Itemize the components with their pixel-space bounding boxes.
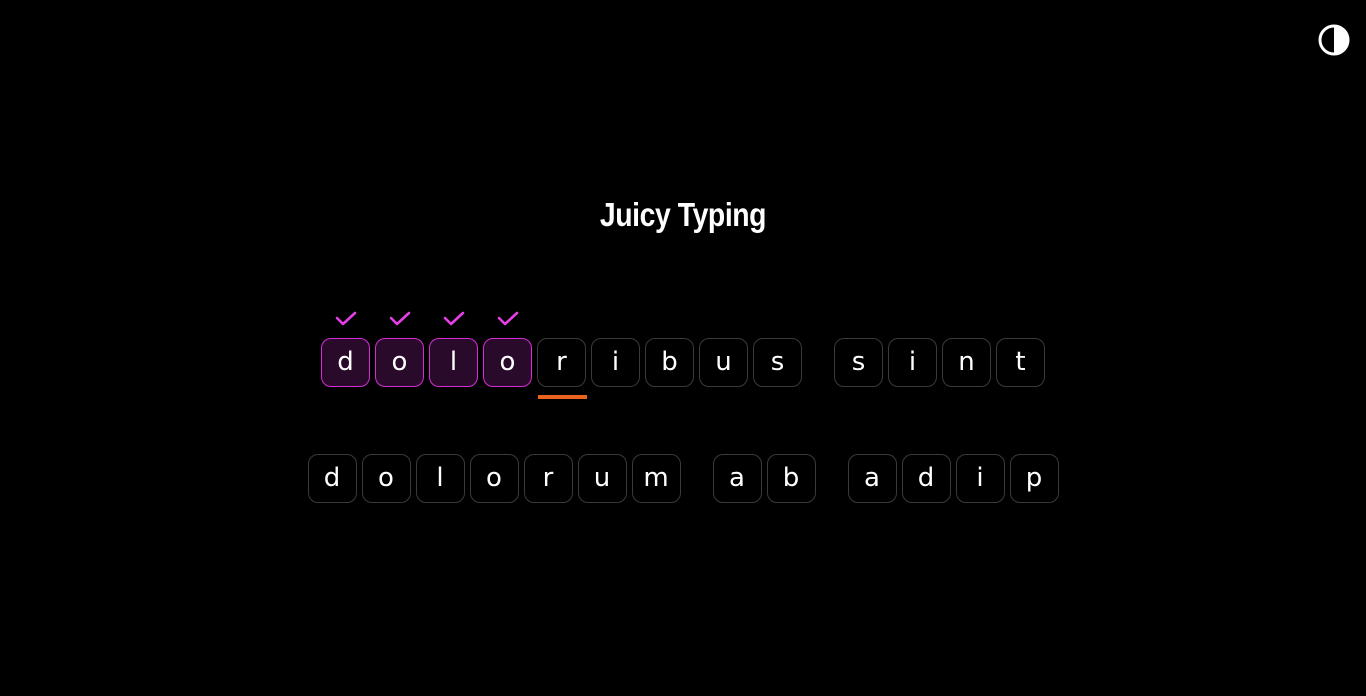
letter-char: o <box>378 462 394 493</box>
typing-line-1: doloribussint <box>0 311 1366 399</box>
letter-char: u <box>593 462 611 493</box>
letter-char: t <box>1015 346 1026 377</box>
letter-tile: l <box>429 311 478 387</box>
checkmark-icon <box>497 311 519 326</box>
letter-tile: u <box>577 454 627 503</box>
letter-tile: r <box>537 338 587 399</box>
letter-tile: r <box>523 454 573 503</box>
letter-char: l <box>436 462 444 493</box>
letter-char: u <box>715 346 732 377</box>
letter-char: a <box>729 462 745 493</box>
checkmark-icon <box>389 311 411 326</box>
theme-toggle-button[interactable] <box>1318 24 1350 56</box>
letter-tile: u <box>699 338 748 387</box>
letter-char: p <box>1025 462 1043 493</box>
letter-char: o <box>499 346 516 377</box>
letter-tile: o <box>469 454 519 503</box>
letter-char: b <box>661 346 678 377</box>
letter-char: o <box>486 462 502 493</box>
letter-char: i <box>611 346 620 377</box>
letter-tile: n <box>942 338 991 387</box>
checkmark-icon <box>443 311 465 326</box>
word: adip <box>847 454 1059 503</box>
word: ab <box>712 454 816 503</box>
letter-char: d <box>917 462 935 493</box>
word: sint <box>834 338 1045 387</box>
letter-tile: a <box>712 454 762 503</box>
letter-tile: o <box>361 454 411 503</box>
letter-char: o <box>391 346 408 377</box>
page-title: Juicy Typing <box>599 196 767 233</box>
letter-tile: a <box>847 454 897 503</box>
letter-tile: s <box>753 338 802 387</box>
letter-tile: t <box>996 338 1045 387</box>
letter-char: i <box>976 462 984 493</box>
letter-char: n <box>958 346 975 377</box>
typing-line-2: dolorumabadip <box>0 454 1366 503</box>
letter-char: s <box>770 346 785 377</box>
letter-char: l <box>449 346 458 377</box>
letter-tile: o <box>375 311 424 387</box>
letter-char: d <box>323 462 341 493</box>
letter-tile: i <box>591 338 640 387</box>
letter-tile: p <box>1009 454 1059 503</box>
letter-char: m <box>643 462 669 493</box>
letter-tile: m <box>631 454 681 503</box>
letter-tile: d <box>901 454 951 503</box>
letter-tile: l <box>415 454 465 503</box>
word: doloribus <box>321 311 802 399</box>
letter-char: d <box>337 346 354 377</box>
letter-char: s <box>851 346 866 377</box>
letter-char: r <box>556 346 567 377</box>
letter-char: a <box>864 462 880 493</box>
checkmark-icon <box>335 311 357 326</box>
contrast-icon <box>1318 24 1350 56</box>
typing-cursor <box>538 395 587 399</box>
letter-tile: i <box>888 338 937 387</box>
letter-char: r <box>542 462 554 493</box>
letter-tile: s <box>834 338 883 387</box>
letter-tile: b <box>766 454 816 503</box>
letter-tile: i <box>955 454 1005 503</box>
typing-page: Juicy Typing doloribussint dolorumabadip <box>0 0 1366 696</box>
letter-tile: d <box>321 311 370 387</box>
word: dolorum <box>307 454 681 503</box>
letter-char: b <box>782 462 800 493</box>
letter-tile: d <box>307 454 357 503</box>
letter-tile: o <box>483 311 532 387</box>
letter-tile: b <box>645 338 694 387</box>
letter-char: i <box>908 346 917 377</box>
